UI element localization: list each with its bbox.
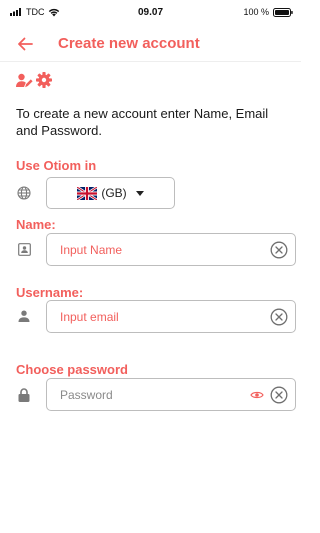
password-input[interactable]: [60, 386, 250, 404]
status-right: 100 %: [243, 7, 293, 17]
clear-username-icon[interactable]: [270, 308, 288, 326]
caret-down-icon: [135, 190, 144, 196]
clear-password-icon[interactable]: [270, 386, 288, 404]
battery-percent: 100 %: [243, 7, 269, 17]
password-field[interactable]: [46, 378, 296, 411]
back-button[interactable]: [14, 34, 36, 54]
language-selected-value: (GB): [101, 186, 127, 200]
language-label: Use Otiom in: [16, 158, 97, 173]
arrow-left-icon: [18, 37, 33, 51]
status-bar: TDC 09.07 100 %: [0, 0, 301, 26]
globe-icon: [16, 185, 32, 201]
eye-icon[interactable]: [250, 388, 264, 402]
battery-icon: [273, 7, 293, 17]
password-label: Choose password: [16, 362, 128, 377]
username-field[interactable]: [46, 300, 296, 333]
name-field[interactable]: [46, 233, 296, 266]
person-icon: [16, 308, 32, 324]
username-input[interactable]: [60, 308, 250, 326]
name-input[interactable]: [60, 241, 250, 259]
intro-text: To create a new account enter Name, Emai…: [16, 106, 269, 138]
clear-name-icon[interactable]: [270, 241, 288, 259]
lock-icon: [16, 387, 32, 403]
username-label: Username:: [16, 285, 84, 300]
uk-flag-icon: [77, 186, 98, 200]
language-select[interactable]: (GB): [46, 177, 175, 209]
app-logo: [16, 72, 52, 88]
gear-icon: [36, 72, 52, 88]
page-title: Create new account: [58, 35, 200, 52]
name-label: Name:: [16, 217, 56, 232]
user-edit-icon: [16, 73, 33, 87]
id-card-icon: [16, 241, 32, 257]
app-header: Create new account: [0, 26, 301, 62]
